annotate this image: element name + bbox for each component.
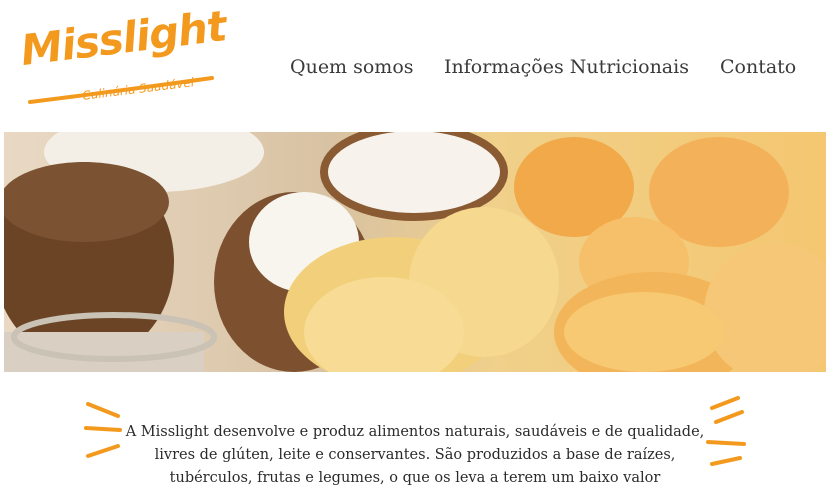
hero-image — [4, 132, 826, 372]
decorative-dashes-left-icon — [84, 402, 122, 458]
nav-link-quem-somos[interactable]: Quem somos — [290, 56, 414, 78]
nav-link-contato[interactable]: Contato — [720, 56, 796, 78]
site-header: Misslight Culinária Saudável Quem somos … — [0, 0, 829, 132]
intro-text: A Misslight desenvolve e produz alimento… — [125, 423, 705, 486]
nav-link-informacoes-nutricionais[interactable]: Informações Nutricionais — [444, 56, 689, 78]
hero-food-illustration — [4, 132, 826, 372]
logo[interactable]: Misslight Culinária Saudável — [18, 1, 228, 110]
logo-wordmark: Misslight — [18, 1, 229, 75]
